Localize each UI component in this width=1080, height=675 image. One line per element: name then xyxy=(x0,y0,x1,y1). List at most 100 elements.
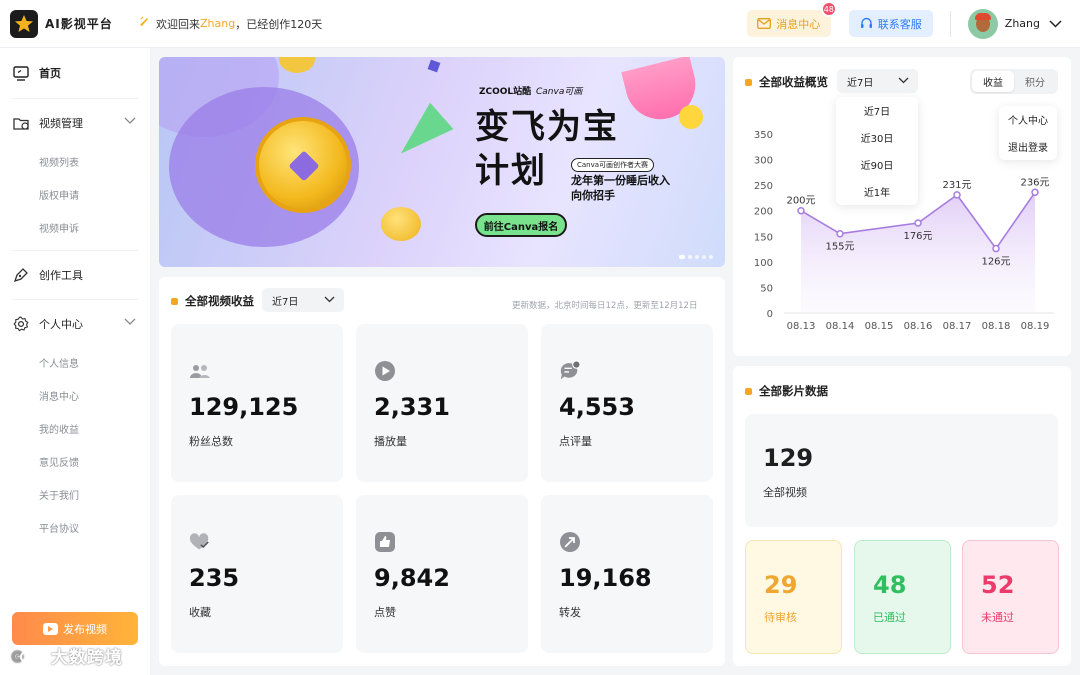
chevron-down-icon xyxy=(324,296,335,303)
stat-value: 4,553 xyxy=(559,393,635,421)
data-label: 231元 xyxy=(942,180,971,191)
stat-value: 129,125 xyxy=(189,393,299,421)
status-value: 52 xyxy=(981,571,1015,599)
menu-item-logout[interactable]: 退出登录 xyxy=(999,133,1057,160)
user-menu-trigger[interactable]: Zhang xyxy=(967,8,1062,39)
stat-card-fans[interactable]: 129,125 粉丝总数 xyxy=(171,324,343,482)
sidebar-item-copyright[interactable]: 版权申请 xyxy=(0,180,150,213)
publish-video-button[interactable]: 发布视频 xyxy=(12,612,138,645)
sidebar-item-feedback[interactable]: 意见反馈 xyxy=(0,447,150,480)
welcome-text: 欢迎回来 Zhang ，已经创作120天 xyxy=(138,16,322,32)
app-logo[interactable]: AI影视平台 xyxy=(10,9,122,38)
stat-card-comments[interactable]: 4,553 点评量 xyxy=(541,324,713,482)
period-option-1y[interactable]: 近1年 xyxy=(836,178,918,205)
message-center-button[interactable]: 消息中心 48 xyxy=(746,1,837,37)
sidebar: 首页 视频管理 视频列表 版权申请 视频申诉 创作工具 个人中心 个人信息 消息… xyxy=(0,48,150,675)
film-status-pending[interactable]: 29 待审核 xyxy=(745,540,842,654)
sidebar-item-home[interactable]: 首页 xyxy=(0,48,150,98)
message-badge: 48 xyxy=(820,1,837,17)
stat-value: 235 xyxy=(189,564,240,592)
x-tick-label: 08.18 xyxy=(982,321,1011,332)
sidebar-group-tools[interactable]: 创作工具 xyxy=(0,251,150,299)
sidebar-item-video-list[interactable]: 视频列表 xyxy=(0,147,150,180)
promo-banner[interactable]: ZCOOL站酷 Canva可画 变飞为宝 计划 Canva可画创作者大赛 龙年第… xyxy=(159,57,725,267)
stat-card-shares[interactable]: 19,168 转发 xyxy=(541,495,713,653)
sidebar-group-personal[interactable]: 个人中心 xyxy=(0,300,150,348)
y-tick-label: 300 xyxy=(754,156,773,167)
period-option-30d[interactable]: 近30日 xyxy=(836,124,918,151)
period-option-7d[interactable]: 近7日 xyxy=(836,97,918,124)
stat-card-likes[interactable]: 9,842 点赞 xyxy=(356,495,528,653)
film-total-card[interactable]: 129 全部视频 xyxy=(745,414,1058,527)
stat-value: 9,842 xyxy=(374,564,450,592)
data-point[interactable] xyxy=(953,191,961,199)
film-data-title-text: 全部影片数据 xyxy=(759,384,828,398)
headset-icon xyxy=(860,17,872,28)
stat-card-favorites[interactable]: 235 收藏 xyxy=(171,495,343,653)
x-tick-label: 08.14 xyxy=(826,321,855,332)
y-tick-label: 0 xyxy=(767,309,773,320)
banner-sub-line1: 龙年第一份睡后收入 xyxy=(571,174,670,187)
toggle-points[interactable]: 积分 xyxy=(1014,71,1056,92)
x-axis: 08.13 08.14 08.15 08.16 08.17 08.18 08.19 xyxy=(784,312,1054,332)
status-label: 待审核 xyxy=(764,611,797,624)
menu-item-personal-center[interactable]: 个人中心 xyxy=(999,106,1057,133)
sidebar-item-earnings[interactable]: 我的收益 xyxy=(0,414,150,447)
user-name: Zhang xyxy=(1004,17,1040,30)
earnings-title: 全部收益概览 xyxy=(745,74,828,90)
earnings-period-select[interactable]: 近7日 xyxy=(837,69,918,93)
pen-tool-icon xyxy=(12,266,30,284)
period-option-90d[interactable]: 近90日 xyxy=(836,151,918,178)
earnings-toggle[interactable]: 收益 积分 xyxy=(970,69,1058,94)
sidebar-item-messages[interactable]: 消息中心 xyxy=(0,381,150,414)
header-divider xyxy=(949,10,951,37)
share-icon xyxy=(559,531,581,553)
toggle-revenue[interactable]: 收益 xyxy=(972,71,1014,92)
banner-brand-zcool: ZCOOL站酷 xyxy=(479,87,532,97)
stat-card-plays[interactable]: 2,331 播放量 xyxy=(356,324,528,482)
contact-service-button[interactable]: 联系客服 xyxy=(848,10,933,37)
y-tick-label: 250 xyxy=(754,181,773,192)
data-label: 200元 xyxy=(786,196,815,207)
video-revenue-period-select[interactable]: 近7日 xyxy=(262,288,344,312)
sidebar-item-profile[interactable]: 个人信息 xyxy=(0,348,150,381)
film-status-approved[interactable]: 48 已通过 xyxy=(854,540,951,654)
watermark: © 大数跨境 xyxy=(10,643,123,668)
film-status-rejected[interactable]: 52 未通过 xyxy=(962,540,1059,654)
banner-subtitle: 龙年第一份睡后收入 向你招手 xyxy=(571,173,670,203)
comment-icon xyxy=(559,360,581,382)
app-name: AI影视平台 xyxy=(45,17,113,31)
sidebar-group-label: 创作工具 xyxy=(39,269,83,282)
banner-cta-button[interactable]: 前往Canva报名 xyxy=(475,213,567,237)
carousel-dots[interactable] xyxy=(679,255,713,259)
data-point[interactable] xyxy=(1031,188,1039,197)
film-total-label: 全部视频 xyxy=(763,486,807,499)
data-label: 126元 xyxy=(981,257,1010,268)
data-point[interactable] xyxy=(797,206,805,215)
banner-title-line1: 变飞为宝 xyxy=(475,107,619,147)
data-point[interactable] xyxy=(836,229,844,238)
x-tick-label: 08.16 xyxy=(904,321,933,332)
sidebar-group-label: 视频管理 xyxy=(39,117,83,130)
stat-value: 19,168 xyxy=(559,564,652,592)
banner-brand-canva: Canva可画 xyxy=(536,87,583,97)
sidebar-item-about[interactable]: 关于我们 xyxy=(0,480,150,513)
video-play-icon xyxy=(43,622,58,635)
y-axis: 0 50 100 150 200 250 300 350 xyxy=(754,130,773,320)
stat-label: 粉丝总数 xyxy=(189,435,233,448)
data-point[interactable] xyxy=(992,244,1000,253)
user-dropdown-menu: 个人中心 退出登录 xyxy=(999,106,1057,160)
data-point[interactable] xyxy=(914,219,922,227)
chevron-down-icon xyxy=(1049,19,1062,28)
folder-video-icon xyxy=(12,114,30,132)
sidebar-item-appeal[interactable]: 视频申诉 xyxy=(0,213,150,246)
svg-text:©: © xyxy=(10,648,26,666)
play-icon xyxy=(374,360,396,382)
earnings-title-text: 全部收益概览 xyxy=(759,75,828,89)
watermark-text: 大数跨境 xyxy=(50,648,123,668)
sidebar-group-video[interactable]: 视频管理 xyxy=(0,99,150,147)
sidebar-item-agreement[interactable]: 平台协议 xyxy=(0,513,150,546)
stat-value: 2,331 xyxy=(374,393,450,421)
video-revenue-title-text: 全部视频收益 xyxy=(185,294,254,308)
stat-label: 播放量 xyxy=(374,435,407,448)
